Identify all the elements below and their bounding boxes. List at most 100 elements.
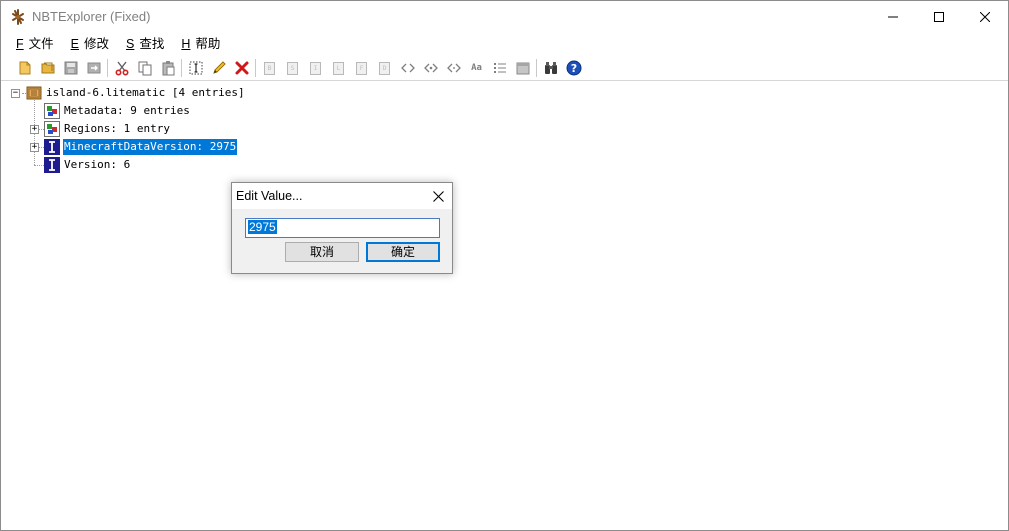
nbt-tree[interactable]: − island-6.litematic [4 entries] + Metad… — [2, 82, 1008, 530]
copy-icon — [138, 61, 151, 76]
add-double-button[interactable]: D — [373, 57, 396, 79]
rename-button[interactable] — [184, 57, 207, 79]
menu-file-label: 文件 — [28, 37, 54, 51]
maximize-button[interactable] — [916, 1, 962, 32]
int-tag-icon — [44, 139, 60, 155]
tree-node-label: MinecraftDataVersion: 2975 — [63, 139, 238, 155]
open-folder-icon — [41, 62, 54, 74]
add-float-button[interactable]: F — [350, 57, 373, 79]
add-long-array-button[interactable] — [442, 57, 465, 79]
refresh-button[interactable] — [82, 57, 105, 79]
tree-node-minecraft-data-version[interactable]: MinecraftDataVersion: 2975 — [44, 138, 238, 156]
dialog-close-button[interactable] — [428, 186, 448, 206]
menu-search[interactable]: S 查找 — [118, 32, 173, 56]
add-float-icon: F — [356, 61, 367, 75]
window-title: NBTExplorer (Fixed) — [32, 9, 151, 24]
root-collapse-toggle[interactable]: − — [11, 89, 20, 98]
add-list-button[interactable] — [488, 57, 511, 79]
add-long-icon: L — [333, 61, 344, 75]
open-folder-button[interactable] — [36, 57, 59, 79]
delete-button[interactable] — [230, 57, 253, 79]
compound-tag-icon — [44, 103, 60, 119]
tree-node-root[interactable]: island-6.litematic [4 entries] — [26, 84, 246, 102]
rename-icon — [189, 61, 202, 75]
copy-button[interactable] — [133, 57, 156, 79]
binoculars-icon — [544, 62, 557, 74]
int-tag-icon — [44, 157, 60, 173]
minimize-icon — [888, 16, 898, 17]
value-input-text: 2975 — [248, 220, 277, 234]
menu-edit-label: 修改 — [84, 37, 110, 51]
maximize-icon — [934, 11, 944, 22]
add-byte-letter: B — [267, 64, 272, 72]
app-icon — [12, 8, 24, 25]
file-icon — [26, 86, 42, 100]
toolbar-separator — [107, 59, 108, 77]
cancel-button[interactable]: 取消 — [285, 242, 359, 262]
toolbar-separator — [536, 59, 537, 77]
close-icon — [432, 190, 444, 202]
add-compound-button[interactable] — [511, 57, 534, 79]
close-button[interactable] — [962, 1, 1008, 32]
value-input[interactable]: 2975 — [245, 218, 440, 238]
paste-button[interactable] — [156, 57, 179, 79]
add-short-icon: S — [287, 61, 298, 75]
find-button[interactable] — [539, 57, 562, 79]
close-icon — [980, 11, 990, 22]
add-short-letter: S — [290, 64, 295, 72]
add-int-array-icon — [423, 63, 438, 73]
help-button[interactable]: ? — [562, 57, 585, 79]
add-string-button[interactable]: Aa — [465, 57, 488, 79]
add-short-button[interactable]: S — [281, 57, 304, 79]
toolbar-separator — [255, 59, 256, 77]
dialog-title: Edit Value... — [236, 189, 303, 203]
add-list-icon — [493, 63, 506, 73]
metadata-expand-toggle[interactable]: + — [30, 125, 39, 134]
add-string-icon: Aa — [471, 63, 482, 73]
add-int-button[interactable]: I — [304, 57, 327, 79]
delete-icon — [235, 61, 248, 75]
cut-button[interactable] — [110, 57, 133, 79]
edit-button[interactable] — [207, 57, 230, 79]
edit-value-dialog: Edit Value... 2975 取消 确定 — [231, 182, 453, 274]
menu-file-key: F — [16, 37, 24, 51]
open-file-icon — [19, 61, 30, 75]
add-long-button[interactable]: L — [327, 57, 350, 79]
main-window: NBTExplorer (Fixed) F 文件 E 修改 S 查找 H 帮助 … — [0, 0, 1009, 531]
edit-icon — [212, 61, 226, 74]
title-bar[interactable]: NBTExplorer (Fixed) — [1, 1, 1008, 32]
tree-node-label: Metadata: 9 entries — [64, 104, 190, 117]
cut-icon — [114, 61, 129, 76]
refresh-icon — [87, 62, 100, 74]
dialog-title-bar[interactable]: Edit Value... — [232, 183, 452, 209]
menu-bar: F 文件 E 修改 S 查找 H 帮助 — [1, 32, 1008, 56]
add-byte-array-icon — [400, 63, 415, 73]
menu-edit-key: E — [70, 37, 79, 51]
tree-node-regions[interactable]: Regions: 1 entry — [44, 120, 171, 138]
save-icon — [64, 61, 77, 75]
ok-button[interactable]: 确定 — [366, 242, 440, 262]
tree-node-version[interactable]: Version: 6 — [44, 156, 131, 174]
svg-text:?: ? — [570, 62, 576, 75]
open-file-button[interactable] — [13, 57, 36, 79]
add-byte-button[interactable]: B — [258, 57, 281, 79]
tree-node-metadata[interactable]: Metadata: 9 entries — [44, 102, 191, 120]
menu-edit[interactable]: E 修改 — [63, 32, 118, 56]
add-int-array-button[interactable] — [419, 57, 442, 79]
add-double-icon: D — [379, 61, 390, 75]
regions-expand-toggle[interactable]: + — [30, 143, 39, 152]
menu-file[interactable]: F 文件 — [1, 32, 63, 56]
add-int-icon: I — [310, 61, 321, 75]
add-float-letter: F — [359, 64, 364, 72]
help-icon: ? — [566, 60, 581, 76]
menu-help-label: 帮助 — [195, 37, 221, 51]
minimize-button[interactable] — [870, 1, 916, 32]
add-double-letter: D — [382, 64, 387, 72]
toolbar-separator — [181, 59, 182, 77]
add-byte-array-button[interactable] — [396, 57, 419, 79]
add-compound-icon — [516, 62, 529, 75]
menu-help[interactable]: H 帮助 — [173, 32, 229, 56]
save-button[interactable] — [59, 57, 82, 79]
paste-icon — [162, 61, 174, 76]
add-long-array-icon — [446, 63, 461, 73]
